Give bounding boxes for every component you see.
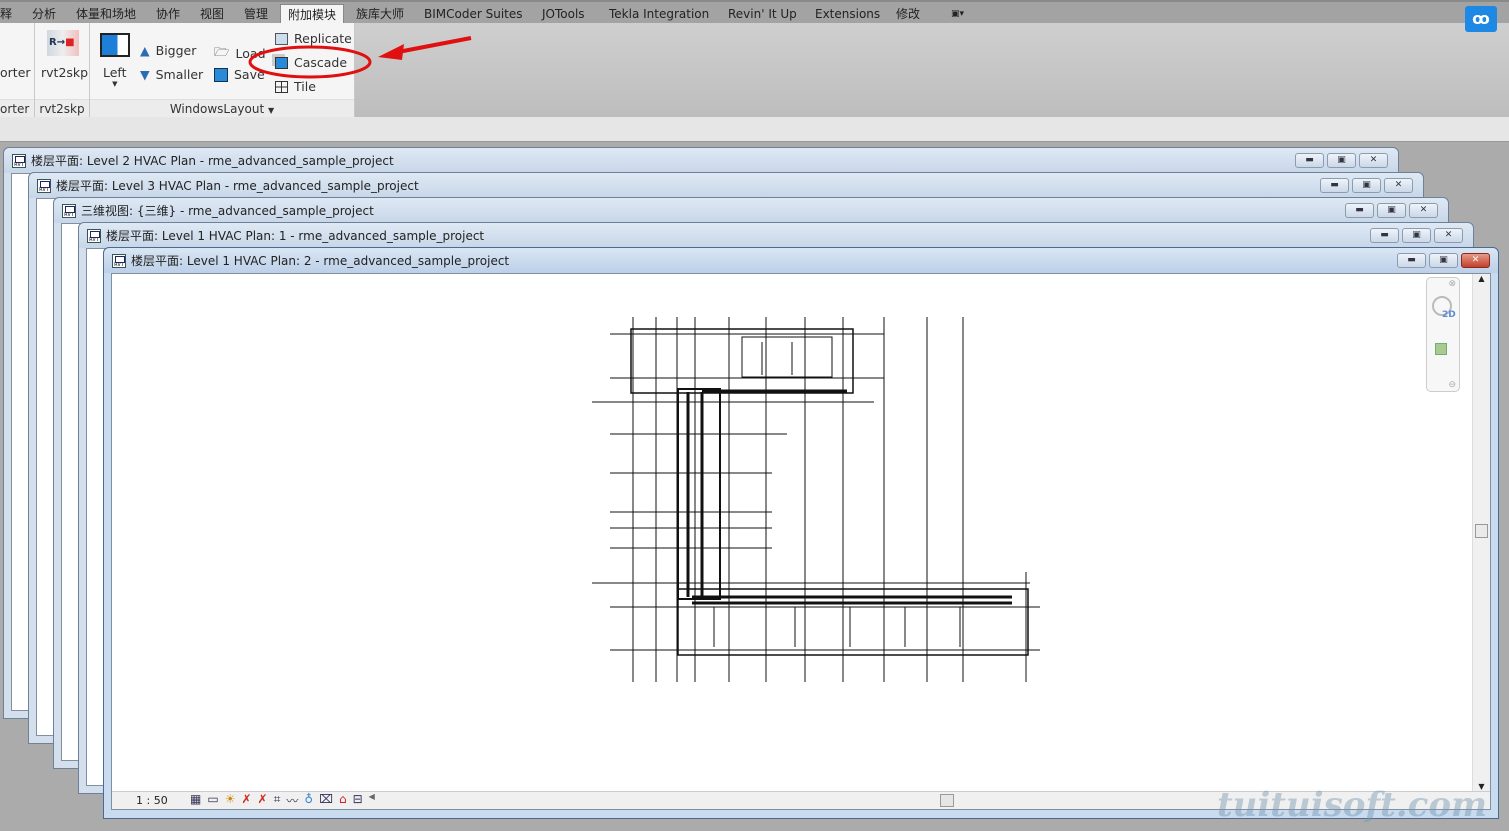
navigation-bar: ⊗ 2D ⊖ — [1426, 277, 1460, 392]
minimize-button[interactable]: ▬ — [1345, 203, 1374, 218]
grid-lines-vertical — [632, 317, 1027, 682]
floor-plan-icon: RVT — [37, 178, 51, 193]
minimize-button[interactable]: ▬ — [1370, 228, 1399, 243]
crop-view-icon[interactable]: ✗ — [258, 792, 268, 809]
floor-plan-drawing — [592, 317, 1040, 682]
options-bar — [0, 117, 1509, 142]
view-scale[interactable]: 1 : 50 — [136, 794, 186, 807]
floor-plan-icon: RVT — [87, 228, 101, 243]
maximize-button[interactable]: ▣ — [1327, 153, 1356, 168]
scroll-up-icon[interactable]: ▲ — [1473, 274, 1490, 283]
minimize-button[interactable]: ▬ — [1320, 178, 1349, 193]
floor-plan-icon: RVT — [112, 253, 126, 268]
exporter-panel-label: orter — [0, 99, 34, 117]
navbar-options-icon[interactable]: ⊖ — [1448, 380, 1456, 390]
show-crop-icon[interactable]: ⌗ — [274, 792, 281, 809]
temporary-hide-icon[interactable]: 〰 — [286, 792, 298, 809]
2d-badge: 2D — [1442, 310, 1456, 320]
close-button[interactable]: ✕ — [1434, 228, 1463, 243]
vertical-scroll-thumb[interactable] — [1475, 524, 1488, 538]
vertical-scrollbar[interactable]: ▲ ▼ — [1472, 274, 1490, 791]
tab-jotools[interactable]: JOTools — [542, 4, 585, 25]
lock-3d-icon[interactable]: ⌧ — [319, 792, 333, 809]
ribbon-minimize-icon[interactable]: ▣▾ — [951, 4, 964, 25]
window-title: 三维视图: {三维} - rme_advanced_sample_project — [81, 204, 374, 218]
room-block-west — [677, 388, 721, 600]
tab-extensions[interactable]: Extensions — [815, 4, 880, 25]
window-title: 楼层平面: Level 1 HVAC Plan: 2 - rme_advance… — [131, 254, 510, 268]
maximize-button[interactable]: ▣ — [1352, 178, 1381, 193]
minimize-button[interactable]: ▬ — [1295, 153, 1324, 168]
annotation-ellipse — [248, 45, 372, 79]
visual-style-icon[interactable]: ▭ — [207, 792, 218, 809]
annotation-arrow-head — [378, 44, 404, 60]
scroll-left-icon[interactable]: ◀ — [369, 792, 375, 809]
shadows-icon[interactable]: ✗ — [241, 792, 251, 809]
maximize-button[interactable]: ▣ — [1377, 203, 1406, 218]
chevron-down-icon: ▼ — [268, 106, 275, 115]
plan-details — [713, 336, 961, 647]
active-view-window[interactable]: RVT 楼层平面: Level 1 HVAC Plan: 2 - rme_adva… — [103, 247, 1499, 819]
close-button[interactable]: ✕ — [1384, 178, 1413, 193]
tab-tekla[interactable]: Tekla Integration — [609, 4, 709, 25]
maximize-button[interactable]: ▣ — [1429, 253, 1458, 268]
close-button[interactable]: ✕ — [1461, 253, 1490, 268]
analysis-display-icon[interactable]: ⌂ — [339, 792, 347, 809]
3d-view-icon: RVT — [62, 203, 76, 218]
close-navbar-icon[interactable]: ⊗ — [1448, 279, 1456, 289]
window-title: 楼层平面: Level 1 HVAC Plan: 1 - rme_advance… — [106, 229, 485, 243]
window-title: 楼层平面: Level 2 HVAC Plan - rme_advanced_s… — [31, 154, 394, 168]
cloud-app-icon[interactable]: ꝏ — [1465, 6, 1497, 32]
close-button[interactable]: ✕ — [1359, 153, 1388, 168]
maximize-button[interactable]: ▣ — [1402, 228, 1431, 243]
constraints-icon[interactable]: ⊟ — [353, 792, 363, 809]
view-control-icons: ▦ ▭ ☀ ✗ ✗ ⌗ 〰 ♁ ⌧ ⌂ ⊟ ◀ — [190, 792, 375, 809]
minimize-button[interactable]: ▬ — [1397, 253, 1426, 268]
windows-layout-label: WindowsLayout — [169, 102, 265, 116]
zoom-region-icon[interactable] — [1435, 343, 1447, 355]
windows-layout-panel-label[interactable]: WindowsLayout ▼ — [90, 99, 354, 117]
floor-plan-icon: RVT — [12, 153, 26, 168]
reveal-hidden-icon[interactable]: ♁ — [304, 792, 313, 809]
annotation-overlay — [248, 36, 472, 79]
sun-path-icon[interactable]: ☀ — [225, 792, 236, 809]
view-canvas[interactable]: ⊗ 2D ⊖ ▲ ▼ 1 : 50 ▦ ▭ ☀ ✗ ✗ ⌗ 〰 ♁ ⌧ ⌂ ⊟ ◀ — [111, 273, 1491, 810]
close-button[interactable]: ✕ — [1409, 203, 1438, 218]
window-title: 楼层平面: Level 3 HVAC Plan - rme_advanced_s… — [56, 179, 419, 193]
room-block-south — [677, 588, 1029, 656]
rvt2skp-panel-label: rvt2skp — [35, 99, 89, 117]
tab-modify[interactable]: 修改 — [896, 4, 920, 25]
detail-level-icon[interactable]: ▦ — [190, 792, 201, 809]
annotation-arrow-shaft — [397, 36, 472, 54]
tab-revin-it-up[interactable]: Revin' It Up — [728, 4, 797, 25]
watermark: tuituisoft.com — [1216, 785, 1487, 825]
horizontal-scroll-thumb[interactable] — [940, 794, 954, 807]
